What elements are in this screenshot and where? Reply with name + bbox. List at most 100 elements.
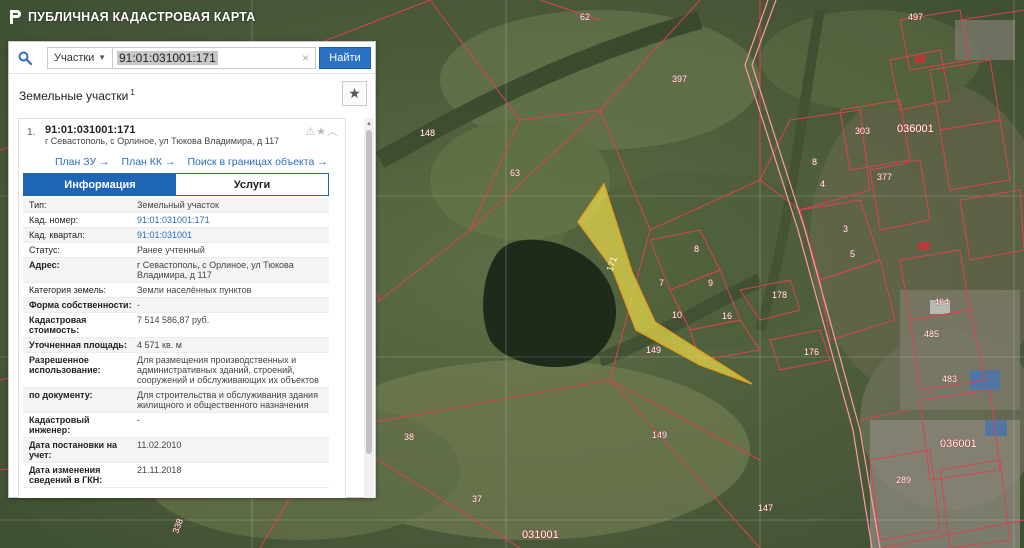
svg-text:303: 303 xyxy=(855,126,870,136)
svg-text:16: 16 xyxy=(722,311,732,321)
svg-text:63: 63 xyxy=(510,168,520,178)
property-value: Земельный участок xyxy=(137,200,219,210)
property-row: Дата постановки на учет: 11.02.2010 xyxy=(23,438,329,463)
property-key: Категория земель: xyxy=(29,285,106,295)
property-row: Дата изменения сведений в ГКН: 21.11.2018 xyxy=(23,463,329,488)
object-type-select[interactable]: Участки ▼ xyxy=(47,46,113,69)
svg-text:7: 7 xyxy=(659,278,664,288)
results-header: Земельные участки 1 ★ xyxy=(9,75,375,115)
svg-text:031001: 031001 xyxy=(522,529,559,541)
property-key: Дата изменения сведений в ГКН: xyxy=(29,465,103,485)
result-index: 1. xyxy=(27,127,36,138)
result-tools: ⚠★︿ xyxy=(305,123,339,139)
rosreestr-logo-icon xyxy=(8,9,22,25)
property-value: - xyxy=(137,415,140,425)
svg-text:9: 9 xyxy=(708,278,713,288)
plan-zu-link[interactable]: План ЗУ → xyxy=(55,156,110,168)
property-key: Форма собственности: xyxy=(29,300,132,310)
svg-text:289: 289 xyxy=(896,475,911,485)
property-value[interactable]: 91:01:031001:171 xyxy=(133,215,323,225)
search-within-link[interactable]: Поиск в границах объекта → xyxy=(187,156,327,168)
svg-text:62: 62 xyxy=(580,12,590,22)
property-key: Статус: xyxy=(29,245,60,255)
search-icon[interactable] xyxy=(9,42,41,74)
result-tabs: Информация Услуги xyxy=(23,173,329,196)
svg-text:148: 148 xyxy=(420,128,435,138)
property-value: Для размещения производственных и админи… xyxy=(137,355,319,385)
property-key: Адрес: xyxy=(29,260,60,270)
property-row: Форма собственности: - xyxy=(23,298,329,313)
svg-text:178: 178 xyxy=(772,290,787,300)
svg-text:485: 485 xyxy=(924,329,939,339)
property-key: Тип: xyxy=(29,200,47,210)
property-row: Категория земель: Земли населённых пункто… xyxy=(23,283,329,298)
svg-text:5: 5 xyxy=(850,249,855,259)
result-cadastral-number[interactable]: 91:01:031001:171 xyxy=(45,124,136,136)
svg-text:10: 10 xyxy=(672,310,682,320)
app-title: ПУБЛИЧНАЯ КАДАСТРОВАЯ КАРТА xyxy=(28,10,256,24)
result-list: 1. 91:01:031001:171 г Севастополь, с Орл… xyxy=(9,118,375,498)
search-panel: Участки ▼ 91:01:031001:171 × Найти Земел… xyxy=(8,41,376,498)
result-card[interactable]: 1. 91:01:031001:171 г Севастополь, с Орл… xyxy=(18,118,346,498)
property-key: Разрешенное использование: xyxy=(29,355,101,375)
svg-text:497: 497 xyxy=(908,12,923,22)
svg-text:149: 149 xyxy=(646,345,661,355)
property-value: Ранее учтенный xyxy=(137,245,205,255)
property-row: Статус: Ранее учтенный xyxy=(23,243,329,258)
svg-text:176: 176 xyxy=(804,347,819,357)
property-row: Кадастровый инженер: - xyxy=(23,413,329,438)
tab-info[interactable]: Информация xyxy=(24,174,176,195)
result-address: г Севастополь, с Орлиное, ул Тюкова Влад… xyxy=(45,136,280,146)
scroll-up-icon[interactable]: ▲ xyxy=(364,120,374,128)
property-key: Кад. номер: xyxy=(29,215,79,225)
property-row: Тип: Земельный участок xyxy=(23,198,329,213)
results-title-text: Земельные участки xyxy=(19,88,129,103)
svg-text:38: 38 xyxy=(404,432,414,442)
result-links: План ЗУ → План КК → Поиск в границах объ… xyxy=(55,156,328,168)
results-count: 1 xyxy=(130,87,135,97)
tab-services[interactable]: Услуги xyxy=(176,174,328,195)
warning-icon[interactable]: ⚠ xyxy=(305,126,316,138)
svg-text:147: 147 xyxy=(758,503,773,513)
star-icon: ★ xyxy=(348,85,361,101)
property-value: - xyxy=(137,300,140,310)
svg-text:377: 377 xyxy=(877,172,892,182)
property-table: Тип: Земельный участок Кад. номер: 91:01:0… xyxy=(23,198,329,488)
property-row: Уточненная площадь: 4 571 кв. м xyxy=(23,338,329,353)
object-type-value: Участки xyxy=(54,51,95,64)
property-value: 4 571 кв. м xyxy=(137,340,182,350)
property-value: 7 514 586,87 руб. xyxy=(137,315,210,325)
property-row: Кад. квартал: 91:01:031001 xyxy=(23,228,329,243)
favorites-button[interactable]: ★ xyxy=(342,81,367,106)
svg-text:149: 149 xyxy=(652,430,667,440)
svg-text:8: 8 xyxy=(812,157,817,167)
clear-icon[interactable]: × xyxy=(302,51,309,65)
property-row: по документу: Для строительства и обслужи… xyxy=(23,388,329,413)
star-icon[interactable]: ★ xyxy=(316,126,327,138)
property-row: Адрес: г Севастополь, с Орлиное, ул Тюков… xyxy=(23,258,329,283)
svg-text:4: 4 xyxy=(820,179,825,189)
result-scrollbar[interactable]: ▲ xyxy=(364,118,374,498)
property-value: 11.02.2010 xyxy=(137,440,182,450)
plan-kk-link[interactable]: План КК → xyxy=(122,156,176,168)
svg-text:464: 464 xyxy=(934,297,949,307)
property-value: г Севастополь, с Орлиное, ул Тюкова Влад… xyxy=(137,260,294,280)
find-button[interactable]: Найти xyxy=(319,46,371,69)
svg-text:483: 483 xyxy=(942,374,957,384)
collapse-icon[interactable]: ︿ xyxy=(327,126,339,138)
property-row: Разрешенное использование: Для размещения… xyxy=(23,353,329,388)
svg-text:3: 3 xyxy=(843,224,848,234)
property-value[interactable]: 91:01:031001 xyxy=(133,230,323,240)
svg-text:8: 8 xyxy=(694,244,699,254)
property-value: Земли населённых пунктов xyxy=(137,285,252,295)
results-title: Земельные участки 1 xyxy=(19,88,135,103)
app-header: ПУБЛИЧНАЯ КАДАСТРОВАЯ КАРТА xyxy=(8,9,255,25)
chevron-down-icon: ▼ xyxy=(98,53,106,62)
search-field[interactable]: 91:01:031001:171 × xyxy=(113,46,316,69)
svg-text:397: 397 xyxy=(672,74,687,84)
property-row: Кадастровая стоимость: 7 514 586,87 руб. xyxy=(23,313,329,338)
property-key: Кадастровый инженер: xyxy=(29,415,90,435)
search-input[interactable]: 91:01:031001:171 xyxy=(117,50,218,65)
scroll-thumb[interactable] xyxy=(366,130,372,454)
search-bar: Участки ▼ 91:01:031001:171 × Найти xyxy=(9,42,375,74)
